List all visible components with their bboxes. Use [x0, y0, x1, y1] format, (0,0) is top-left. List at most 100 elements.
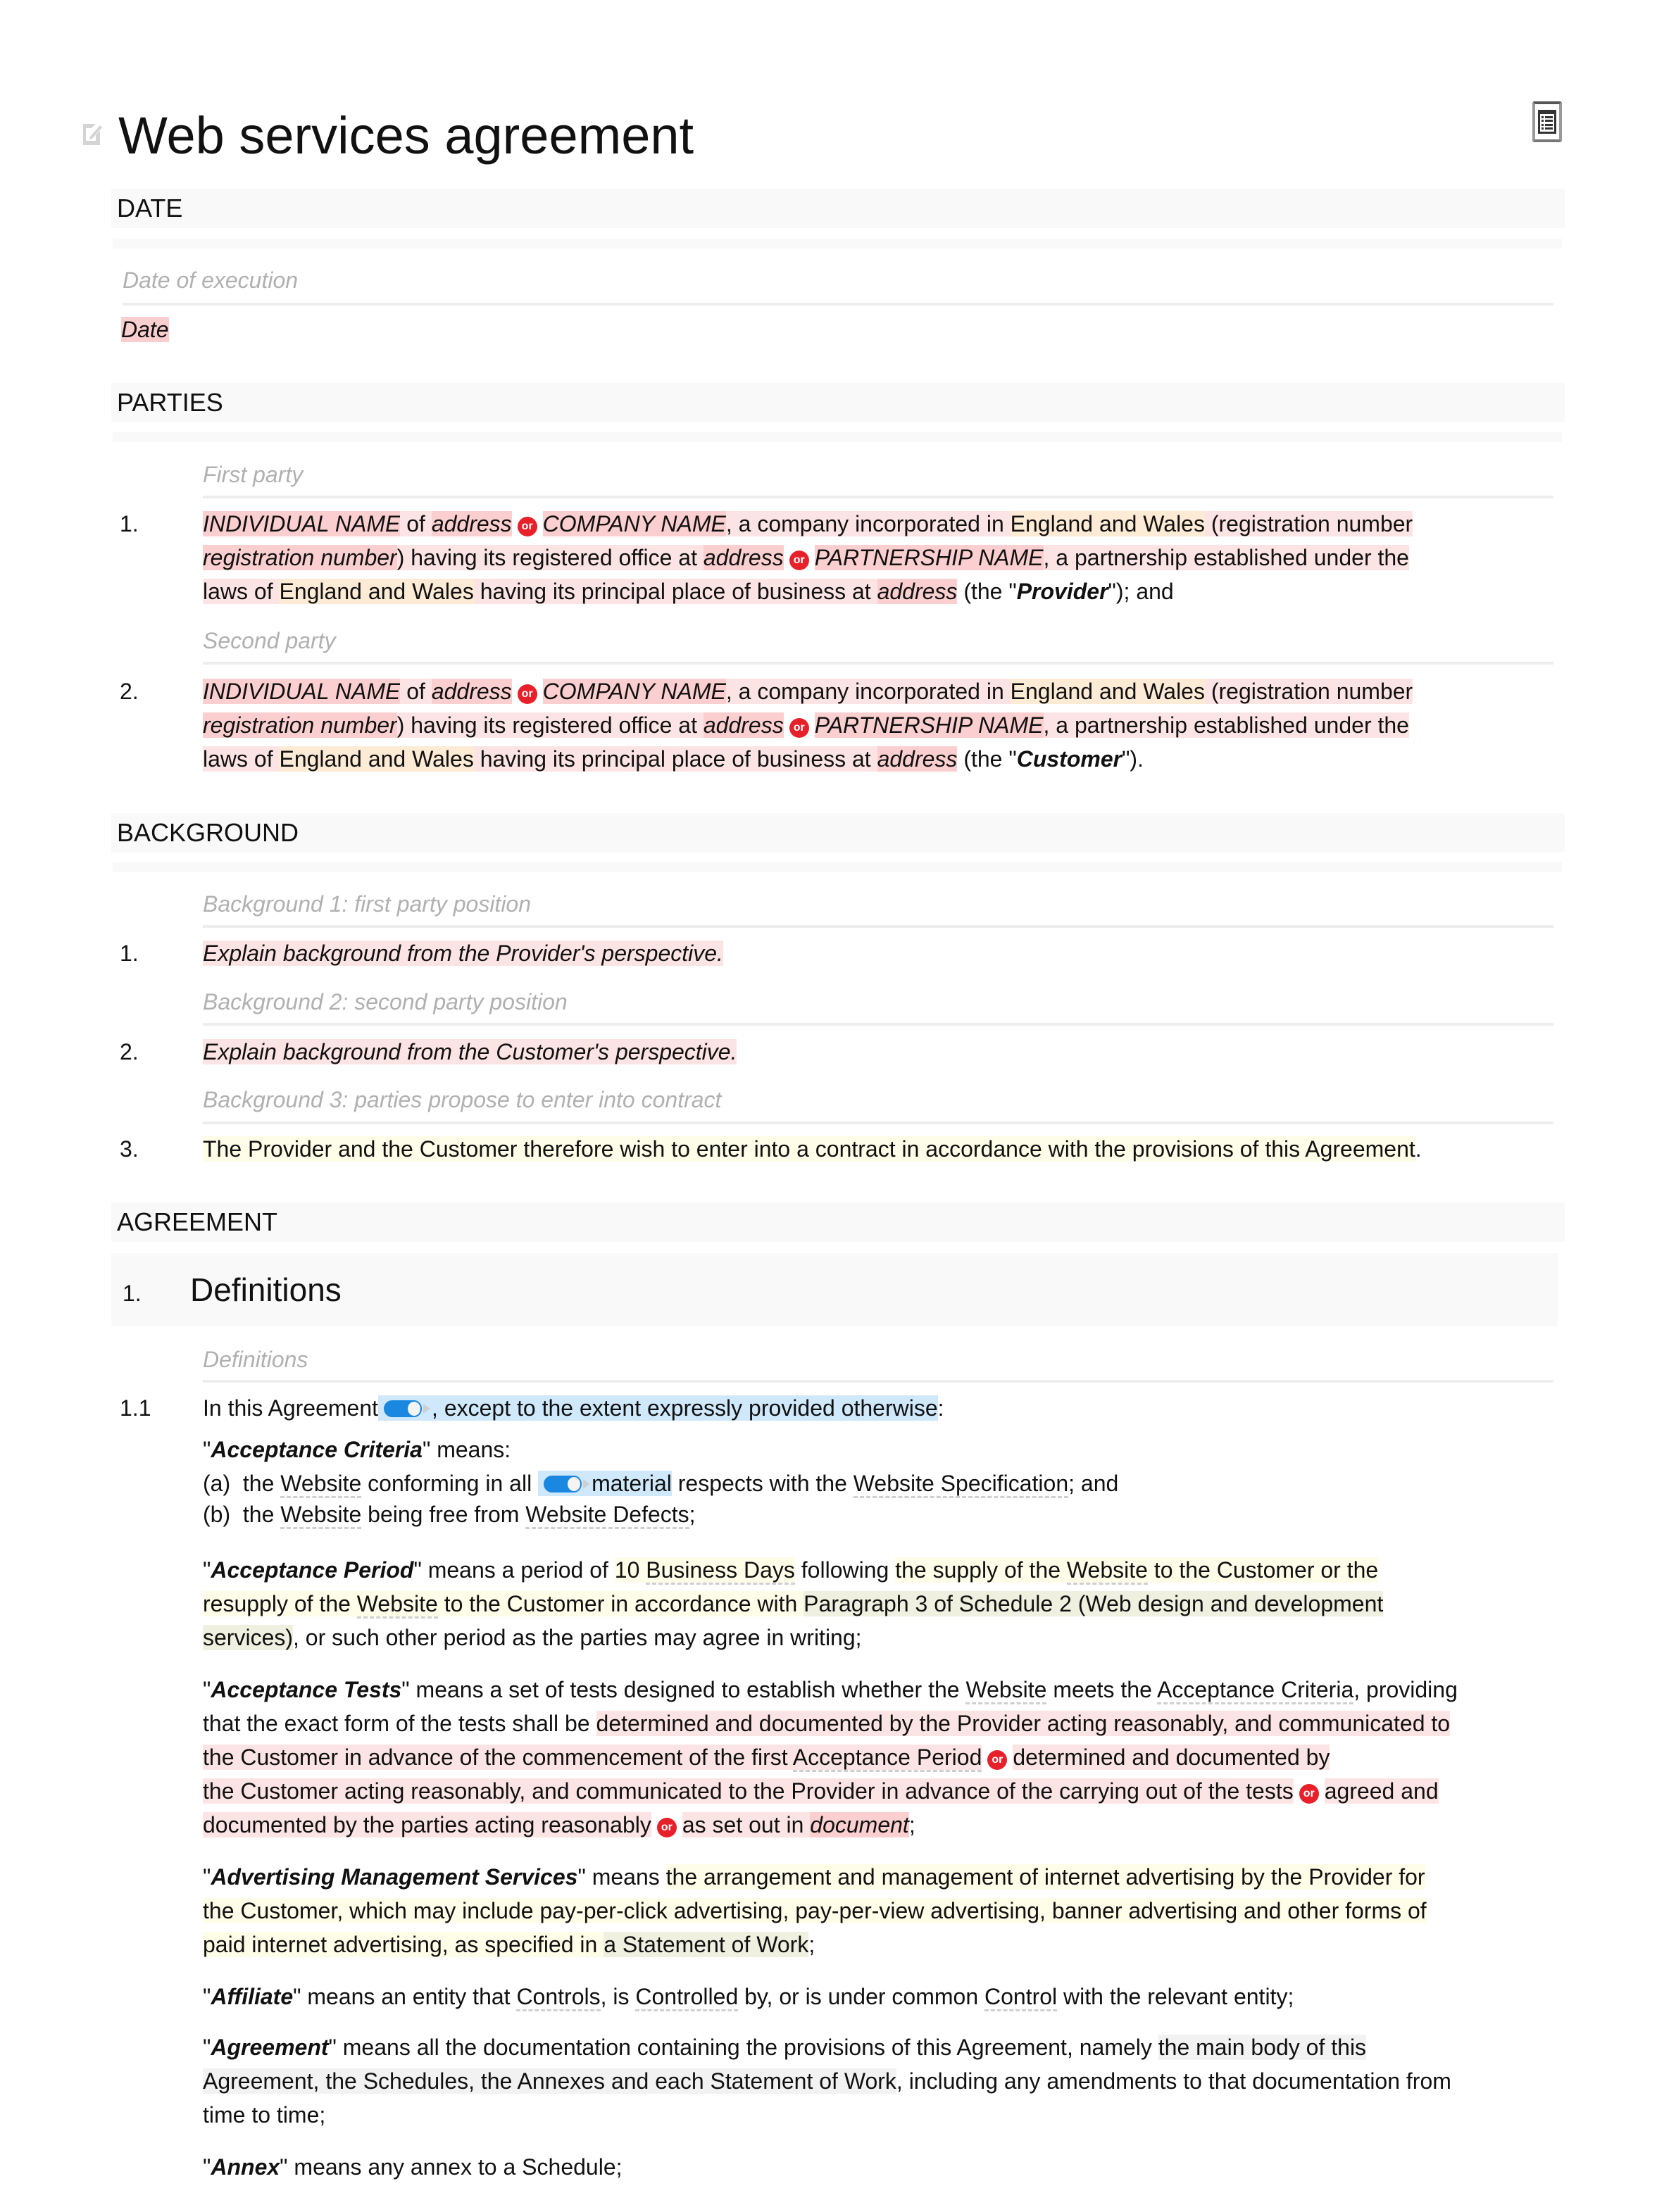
registration-number-placeholder[interactable]: registration number	[203, 545, 397, 570]
option-text[interactable]: the Customer acting reasonably, and comm…	[203, 1778, 1294, 1804]
jurisdiction-field[interactable]: England and Wales	[279, 579, 474, 604]
editable-text[interactable]: The Provider and the Customer therefore …	[203, 1136, 1415, 1162]
editable-text[interactable]: the arrangement and management of intern…	[665, 1864, 1425, 1890]
editable-text[interactable]: the Customer, which may include pay-per-…	[203, 1898, 1427, 1923]
background-number: 2.	[120, 1039, 139, 1064]
second-party-label: Second party	[203, 628, 336, 653]
defined-term: Agreement	[211, 2035, 329, 2060]
defined-term-link[interactable]: Website	[280, 1502, 362, 1529]
background-label: Background 1: first party position	[203, 891, 532, 917]
date-placeholder[interactable]: Date	[121, 317, 169, 342]
address-placeholder[interactable]: address	[703, 712, 784, 738]
defined-term: Provider	[1016, 579, 1108, 604]
editable-text[interactable]: resupply of the Website to the Customer …	[203, 1591, 804, 1619]
section-header-parties: PARTIES	[111, 383, 1565, 422]
definitions-label: Definitions	[203, 1347, 308, 1372]
definition-advertising-management-services: "Advertising Management Services" means …	[203, 1864, 1427, 1957]
option-text[interactable]: as set out in document	[682, 1812, 909, 1837]
definition-acceptance-period: "Acceptance Period" means a period of 10…	[203, 1557, 1384, 1650]
defined-term-link[interactable]: Acceptance Criteria	[1157, 1677, 1354, 1704]
party-number: 1.	[120, 511, 139, 536]
defined-term: Acceptance Period	[211, 1557, 414, 1583]
defined-term-link[interactable]: Website	[280, 1471, 362, 1498]
option-text[interactable]: the Customer in advance of the commencem…	[203, 1745, 982, 1772]
defined-term-link[interactable]: Website Defects	[525, 1502, 689, 1529]
background-paragraph: The Provider and the Customer therefore …	[203, 1136, 1422, 1162]
label-divider	[203, 1023, 1553, 1026]
defined-term-link[interactable]: Control	[984, 1984, 1058, 2011]
partnership-name-placeholder[interactable]: PARTNERSHIP NAME	[814, 545, 1044, 570]
date-field[interactable]: Date	[121, 314, 169, 345]
party-number: 2.	[120, 679, 139, 704]
definition-agreement: "Agreement" means all the documentation …	[203, 2035, 1451, 2128]
optional-text-block: , except to the extent expressly provide…	[378, 1395, 938, 1421]
background-number: 1.	[120, 941, 139, 966]
defined-term: Annex	[211, 2154, 280, 2180]
or-option-badge[interactable]: or	[517, 517, 537, 536]
partnership-name-placeholder[interactable]: PARTNERSHIP NAME	[814, 712, 1044, 738]
address-placeholder[interactable]: address	[877, 579, 958, 604]
defined-term-link[interactable]: Website	[356, 1591, 438, 1619]
or-option-badge[interactable]: or	[656, 1818, 677, 1837]
or-option-badge[interactable]: or	[517, 684, 537, 704]
table-of-contents-button[interactable]	[1532, 101, 1562, 142]
company-name-placeholder[interactable]: COMPANY NAME	[542, 511, 726, 536]
edit-pencil-icon[interactable]	[82, 121, 103, 146]
document-placeholder[interactable]: document	[810, 1812, 909, 1837]
defined-term: Acceptance Criteria	[211, 1437, 423, 1462]
section-divider	[113, 239, 1562, 249]
editable-text[interactable]: 10 Business Days	[614, 1557, 795, 1585]
option-text[interactable]: documented by the parties acting reasona…	[203, 1812, 651, 1837]
jurisdiction-field[interactable]: England and Wales	[1010, 679, 1205, 704]
company-name-placeholder[interactable]: COMPANY NAME	[542, 679, 726, 704]
cross-reference[interactable]: services)	[203, 1625, 294, 1650]
or-option-badge[interactable]: or	[789, 718, 809, 738]
section-header-background: BACKGROUND	[111, 813, 1565, 853]
individual-name-placeholder[interactable]: INDIVIDUAL NAME	[203, 679, 401, 704]
cross-reference[interactable]: a Statement of Work	[604, 1932, 809, 1957]
or-option-badge[interactable]: or	[1299, 1784, 1319, 1804]
defined-term: Affiliate	[211, 1984, 294, 2009]
defined-term-link[interactable]: Website	[1066, 1557, 1148, 1585]
editable-text[interactable]: paid internet advertising, as specified …	[203, 1932, 604, 1957]
first-party-label: First party	[203, 462, 304, 487]
jurisdiction-field[interactable]: England and Wales	[279, 746, 474, 772]
registration-number-placeholder[interactable]: registration number	[203, 712, 397, 738]
or-option-badge[interactable]: or	[987, 1750, 1008, 1770]
address-placeholder[interactable]: address	[431, 679, 512, 704]
defined-term-link[interactable]: Controls	[516, 1984, 601, 2011]
defined-term-link[interactable]: Website	[965, 1677, 1047, 1704]
option-text[interactable]: determined and documented by the Provide…	[596, 1711, 1451, 1736]
background-placeholder[interactable]: Explain background from the Customer's p…	[203, 1039, 737, 1064]
defined-term-link[interactable]: Website Specification	[853, 1471, 1069, 1498]
editable-text[interactable]: the supply of the Website to the Custome…	[895, 1557, 1379, 1585]
jurisdiction-field[interactable]: England and Wales	[1010, 511, 1205, 536]
or-option-badge[interactable]: or	[789, 551, 809, 570]
optional-text[interactable]: the main body of this	[1158, 2035, 1367, 2060]
defined-term-link[interactable]: Acceptance Period	[792, 1745, 982, 1772]
optional-text-block: material	[538, 1471, 672, 1496]
section-divider	[113, 862, 1562, 872]
background-placeholder[interactable]: Explain background from the Provider's p…	[203, 941, 723, 966]
address-placeholder[interactable]: address	[431, 511, 512, 536]
optional-text-toggle[interactable]	[384, 1399, 431, 1419]
document-title: Web services agreement	[118, 106, 694, 165]
label-divider	[203, 1121, 1553, 1124]
background-label: Background 3: parties propose to enter i…	[203, 1087, 722, 1112]
address-placeholder[interactable]: address	[877, 746, 958, 772]
title-row: Web services agreement	[77, 99, 1570, 176]
cross-reference[interactable]: Paragraph 3 of Schedule 2 (Web design an…	[803, 1591, 1384, 1616]
optional-text[interactable]: Agreement, the Schedules, the Annexes an…	[203, 2068, 896, 2094]
option-text[interactable]: agreed and	[1324, 1778, 1439, 1804]
clause-heading-definitions: 1. Definitions	[111, 1253, 1558, 1326]
individual-name-placeholder[interactable]: INDIVIDUAL NAME	[203, 511, 401, 536]
optional-text-toggle[interactable]	[544, 1474, 591, 1494]
option-text[interactable]: determined and documented by	[1013, 1745, 1330, 1770]
defined-term-link[interactable]: Business Days	[646, 1557, 795, 1585]
label-divider	[123, 303, 1553, 306]
address-placeholder[interactable]: address	[703, 545, 784, 570]
defined-term-link[interactable]: Controlled	[635, 1984, 739, 2011]
section-header-date: DATE	[111, 189, 1565, 228]
section-divider	[113, 432, 1562, 442]
definition-acceptance-tests: "Acceptance Tests" means a set of tests …	[203, 1677, 1458, 1837]
